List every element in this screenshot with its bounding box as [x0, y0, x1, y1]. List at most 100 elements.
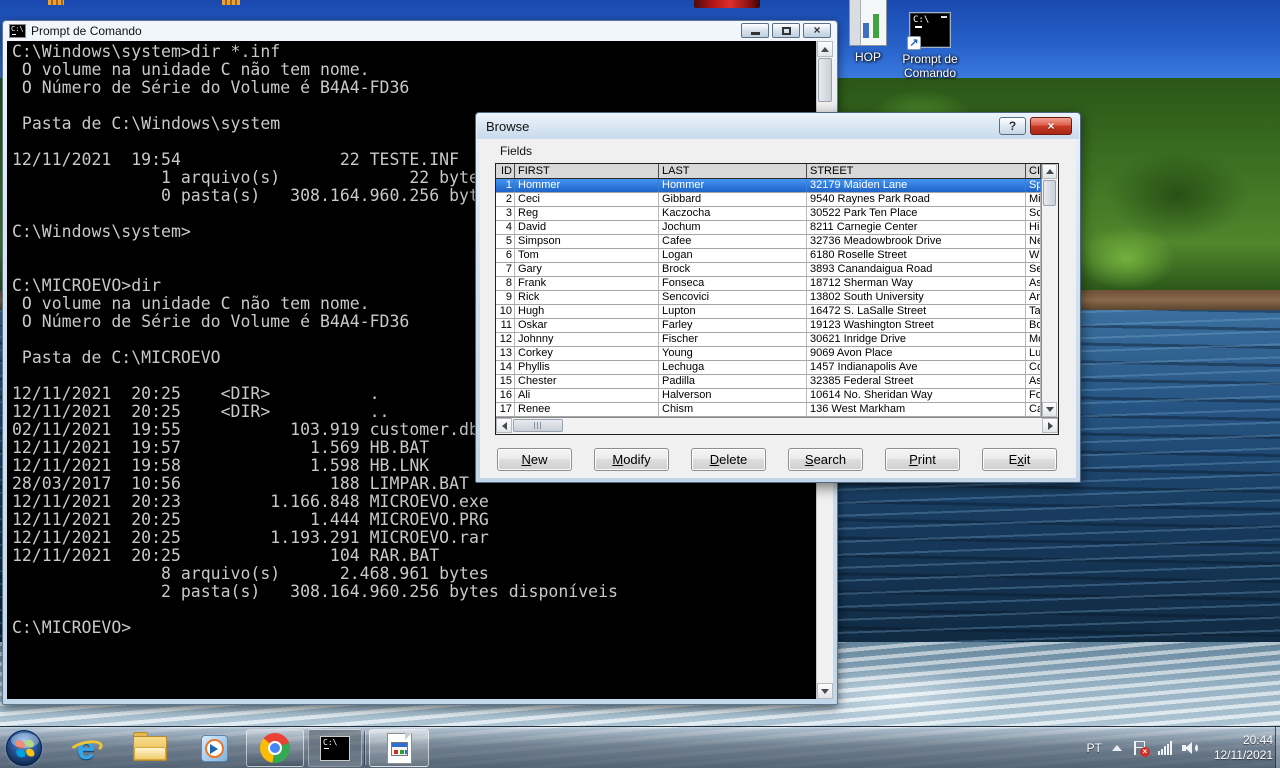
- cell-street[interactable]: 30522 Park Ten Place: [807, 207, 1026, 220]
- cell-city[interactable]: Lu: [1026, 347, 1041, 360]
- taskbar-item-internet-explorer[interactable]: e: [66, 729, 106, 767]
- start-button[interactable]: [5, 729, 43, 767]
- scroll-right-button[interactable]: [1042, 418, 1058, 433]
- cell-last[interactable]: Jochum: [659, 221, 807, 234]
- cell-first[interactable]: Tom: [515, 249, 659, 262]
- new-button[interactable]: New: [497, 448, 572, 471]
- scroll-left-button[interactable]: [496, 418, 512, 433]
- print-button[interactable]: Print: [885, 448, 960, 471]
- cell-city[interactable]: Fo: [1026, 389, 1041, 402]
- table-row[interactable]: 5 Simpson Cafee 32736 Meadowbrook Drive …: [496, 235, 1041, 249]
- cell-first[interactable]: Rick: [515, 291, 659, 304]
- scroll-down-button[interactable]: [817, 683, 833, 699]
- table-row[interactable]: 8 Frank Fonseca 18712 Sherman Way As: [496, 277, 1041, 291]
- cell-street[interactable]: 9069 Avon Place: [807, 347, 1026, 360]
- cell-id[interactable]: 4: [496, 221, 515, 234]
- cell-city[interactable]: Bo: [1026, 319, 1041, 332]
- cell-street[interactable]: 32179 Maiden Lane: [807, 179, 1026, 192]
- cell-id[interactable]: 2: [496, 193, 515, 206]
- table-row[interactable]: 10 Hugh Lupton 16472 S. LaSalle Street T…: [496, 305, 1041, 319]
- taskbar-clock[interactable]: 20:44 12/11/2021: [1214, 733, 1273, 763]
- cell-street[interactable]: 30621 Inridge Drive: [807, 333, 1026, 346]
- cell-first[interactable]: David: [515, 221, 659, 234]
- cell-street[interactable]: 16472 S. LaSalle Street: [807, 305, 1026, 318]
- cell-city[interactable]: Ar: [1026, 291, 1041, 304]
- cell-city[interactable]: Co: [1026, 361, 1041, 374]
- table-row[interactable]: 3 Reg Kaczocha 30522 Park Ten Place Sc: [496, 207, 1041, 221]
- desktop-icon-prompt-de-comando[interactable]: C:\ ↗ Prompt de Comando: [882, 12, 978, 80]
- cell-last[interactable]: Chism: [659, 403, 807, 416]
- column-header-last[interactable]: LAST: [659, 164, 807, 178]
- cell-last[interactable]: Padilla: [659, 375, 807, 388]
- minimize-button[interactable]: [741, 23, 769, 38]
- cell-id[interactable]: 5: [496, 235, 515, 248]
- cell-city[interactable]: Sc: [1026, 207, 1041, 220]
- cell-last[interactable]: Halverson: [659, 389, 807, 402]
- table-row[interactable]: 1 Hommer Hommer 32179 Maiden Lane Sp: [496, 179, 1041, 193]
- cell-last[interactable]: Brock: [659, 263, 807, 276]
- scroll-up-button[interactable]: [817, 41, 833, 57]
- table-row[interactable]: 17 Renee Chism 136 West Markham Ca: [496, 403, 1041, 417]
- table-row[interactable]: 13 Corkey Young 9069 Avon Place Lu: [496, 347, 1041, 361]
- table-horizontal-scrollbar[interactable]: [496, 417, 1058, 434]
- maximize-button[interactable]: [772, 23, 800, 38]
- cell-first[interactable]: Hommer: [515, 179, 659, 192]
- browse-titlebar[interactable]: Browse: [477, 113, 1079, 139]
- table-row[interactable]: 11 Oskar Farley 19123 Washington Street …: [496, 319, 1041, 333]
- cell-first[interactable]: Reg: [515, 207, 659, 220]
- cell-street[interactable]: 9540 Raynes Park Road: [807, 193, 1026, 206]
- cell-id[interactable]: 12: [496, 333, 515, 346]
- column-header-street[interactable]: STREET: [807, 164, 1026, 178]
- cell-last[interactable]: Kaczocha: [659, 207, 807, 220]
- cell-id[interactable]: 11: [496, 319, 515, 332]
- cell-street[interactable]: 32736 Meadowbrook Drive: [807, 235, 1026, 248]
- cell-id[interactable]: 13: [496, 347, 515, 360]
- cell-street[interactable]: 8211 Carnegie Center: [807, 221, 1026, 234]
- cell-last[interactable]: Hommer: [659, 179, 807, 192]
- table-row[interactable]: 15 Chester Padilla 32385 Federal Street …: [496, 375, 1041, 389]
- show-desktop-button[interactable]: [1275, 727, 1280, 768]
- table-row[interactable]: 14 Phyllis Lechuga 1457 Indianapolis Ave…: [496, 361, 1041, 375]
- search-button[interactable]: Search: [788, 448, 863, 471]
- cell-last[interactable]: Farley: [659, 319, 807, 332]
- column-header-city[interactable]: CITY: [1026, 164, 1041, 178]
- close-button[interactable]: ×: [803, 23, 831, 38]
- cell-id[interactable]: 17: [496, 403, 515, 416]
- cell-last[interactable]: Lechuga: [659, 361, 807, 374]
- cell-city[interactable]: Sp: [1026, 179, 1041, 192]
- taskbar-item-command-prompt[interactable]: C:\: [308, 729, 362, 767]
- volume-icon[interactable]: [1182, 740, 1202, 756]
- table-vertical-scrollbar[interactable]: [1041, 164, 1058, 417]
- language-indicator[interactable]: PT: [1086, 741, 1101, 755]
- action-center-flag-icon[interactable]: ×: [1132, 740, 1148, 756]
- cell-street[interactable]: 32385 Federal Street: [807, 375, 1026, 388]
- cell-first[interactable]: Renee: [515, 403, 659, 416]
- network-signal-icon[interactable]: [1158, 741, 1172, 755]
- column-header-first[interactable]: FIRST: [515, 164, 659, 178]
- cell-last[interactable]: Cafee: [659, 235, 807, 248]
- cell-city[interactable]: Wi: [1026, 249, 1041, 262]
- help-button[interactable]: ?: [999, 117, 1026, 135]
- taskbar-item-media-player[interactable]: [194, 729, 234, 767]
- modify-button[interactable]: Modify: [594, 448, 669, 471]
- exit-button[interactable]: Exit: [982, 448, 1057, 471]
- cell-street[interactable]: 18712 Sherman Way: [807, 277, 1026, 290]
- cell-first[interactable]: Chester: [515, 375, 659, 388]
- cell-last[interactable]: Logan: [659, 249, 807, 262]
- table-row[interactable]: 12 Johnny Fischer 30621 Inridge Drive Mc: [496, 333, 1041, 347]
- scroll-up-button[interactable]: [1042, 164, 1057, 179]
- cell-first[interactable]: Hugh: [515, 305, 659, 318]
- scrollbar-thumb[interactable]: [1043, 180, 1056, 206]
- cell-first[interactable]: Ceci: [515, 193, 659, 206]
- cell-city[interactable]: As: [1026, 277, 1041, 290]
- cell-street[interactable]: 1457 Indianapolis Ave: [807, 361, 1026, 374]
- cell-id[interactable]: 6: [496, 249, 515, 262]
- delete-button[interactable]: Delete: [691, 448, 766, 471]
- cell-street[interactable]: 13802 South University: [807, 291, 1026, 304]
- cell-city[interactable]: As: [1026, 375, 1041, 388]
- cell-city[interactable]: Hin: [1026, 221, 1041, 234]
- cell-city[interactable]: Se: [1026, 263, 1041, 276]
- table-row[interactable]: 4 David Jochum 8211 Carnegie Center Hin: [496, 221, 1041, 235]
- cell-id[interactable]: 14: [496, 361, 515, 374]
- cell-first[interactable]: Corkey: [515, 347, 659, 360]
